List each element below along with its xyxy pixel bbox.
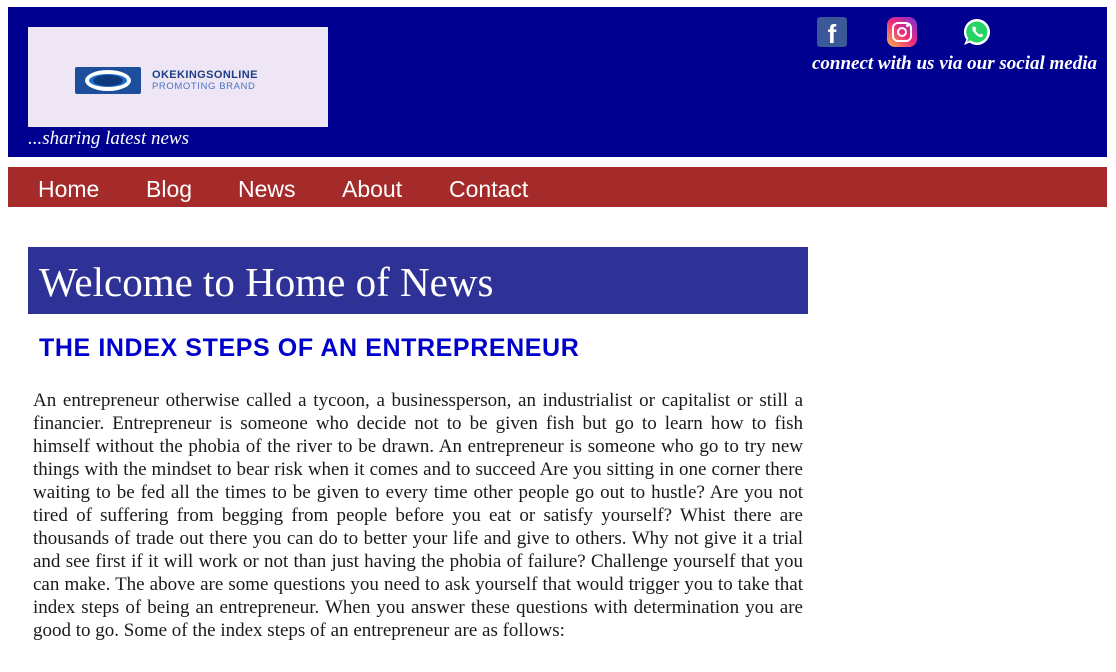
welcome-banner: Welcome to Home of News bbox=[28, 247, 808, 314]
article-title: THE INDEX STEPS OF AN ENTREPRENEUR bbox=[39, 334, 580, 362]
site-tagline: ...sharing latest news bbox=[28, 128, 189, 149]
logo-subtitle: PROMOTING BRAND bbox=[152, 81, 256, 92]
welcome-heading: Welcome to Home of News bbox=[39, 259, 494, 305]
logo-title: OKEKINGSONLINE bbox=[152, 69, 258, 81]
article-body: An entrepreneur otherwise called a tycoo… bbox=[33, 390, 803, 641]
facebook-icon[interactable]: f bbox=[817, 17, 847, 49]
site-header: OKEKINGSONLINE PROMOTING BRAND ...sharin… bbox=[8, 7, 1107, 157]
social-connect-text: connect with us via our social media bbox=[811, 53, 1097, 74]
main-nav: Home Blog News About Contact bbox=[8, 167, 1107, 207]
logo-text: OKEKINGSONLINE PROMOTING BRAND bbox=[152, 69, 258, 93]
nav-item-news[interactable]: News bbox=[238, 176, 296, 203]
logo-eye-icon bbox=[75, 67, 141, 94]
nav-item-contact[interactable]: Contact bbox=[449, 176, 528, 203]
nav-item-home[interactable]: Home bbox=[38, 176, 99, 203]
nav-item-about[interactable]: About bbox=[342, 176, 402, 203]
site-logo[interactable]: OKEKINGSONLINE PROMOTING BRAND bbox=[28, 27, 328, 127]
whatsapp-icon[interactable] bbox=[962, 17, 992, 47]
instagram-icon[interactable] bbox=[887, 17, 917, 47]
nav-item-blog[interactable]: Blog bbox=[146, 176, 192, 203]
